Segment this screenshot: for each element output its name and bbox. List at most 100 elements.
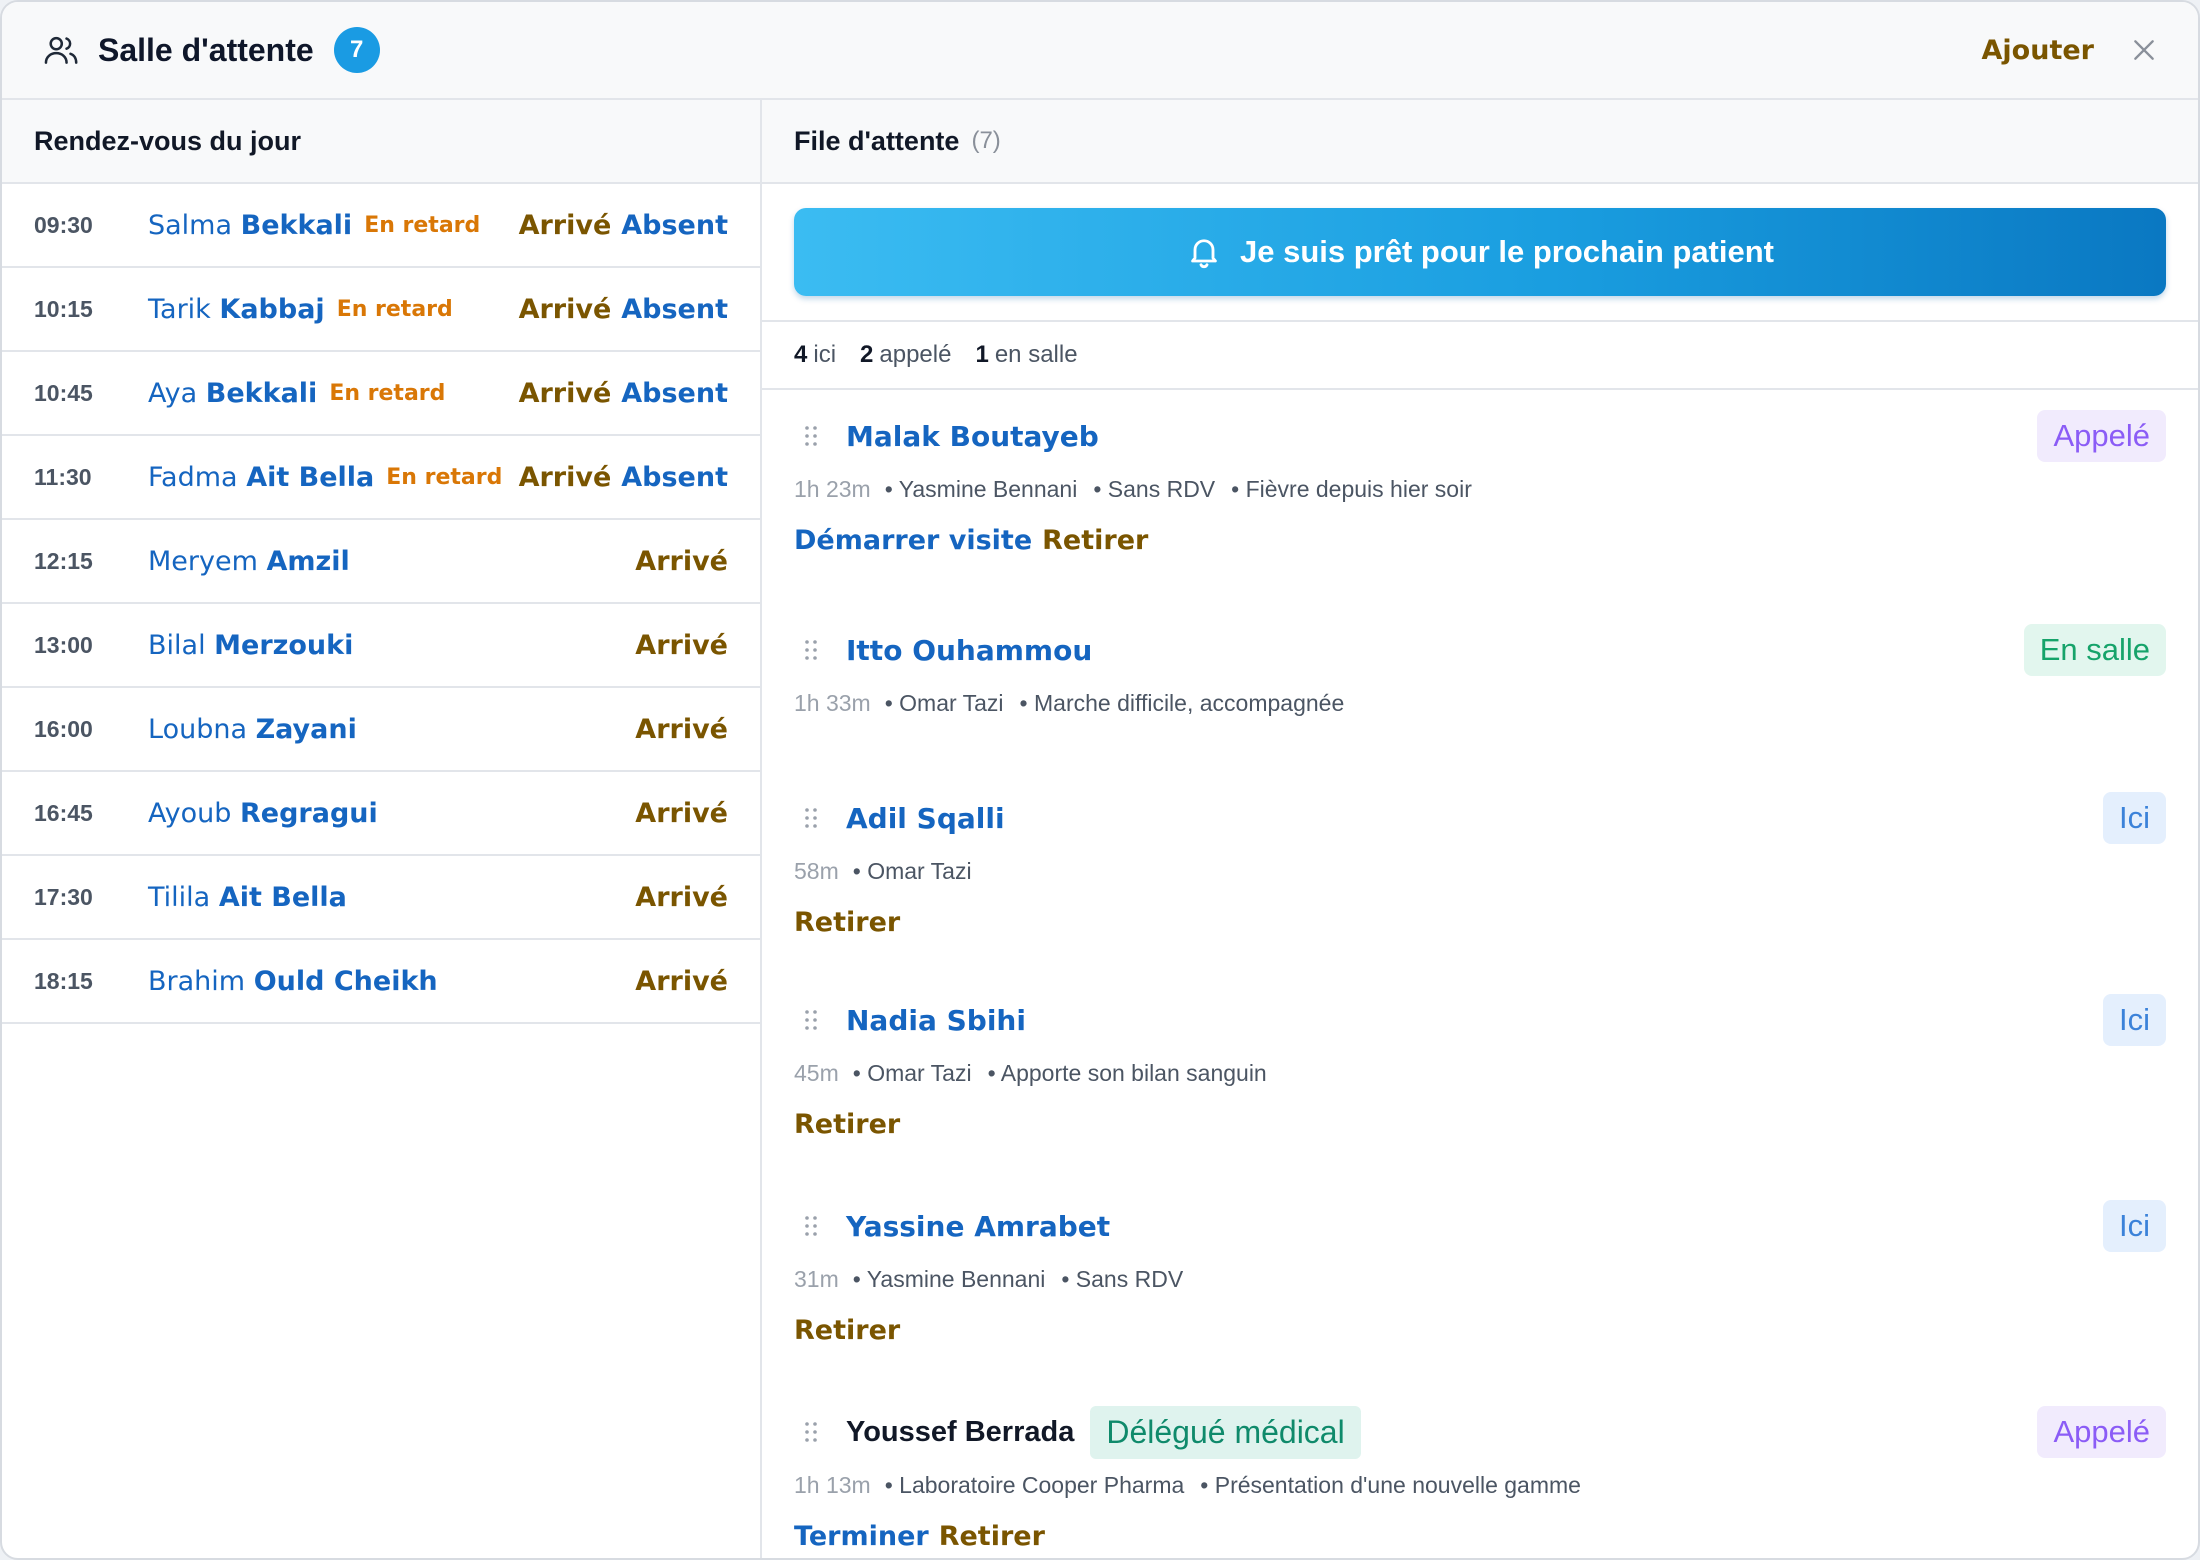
queue-patient-last-name: Sbihi: [946, 1003, 1026, 1037]
finish-button[interactable]: Terminer: [794, 1521, 929, 1552]
queue-patient-last-name: Sqalli: [916, 801, 1005, 835]
ready-section: Je suis prêt pour le prochain patient: [762, 184, 2198, 322]
queue-item-header: Malak Boutayeb Appelé: [794, 408, 2166, 464]
queue-patient-name[interactable]: Adil Sqalli: [846, 802, 1005, 835]
queue-stats: 4 ici 2 appelé 1 en salle: [762, 322, 2198, 390]
queue-visitor-name[interactable]: Youssef Berrada: [846, 1416, 1074, 1449]
drag-handle-icon[interactable]: [794, 1214, 846, 1238]
patient-name[interactable]: Tilila Ait Bella: [148, 882, 347, 913]
patient-last-name: Ait Bella: [218, 881, 347, 913]
queue-patient-name[interactable]: Nadia Sbihi: [846, 1004, 1026, 1037]
queue-patient-first-name: Adil: [846, 801, 907, 835]
patient-first-name: Meryem: [148, 545, 258, 577]
queue-item-header: Itto Ouhammou En salle: [794, 622, 2166, 678]
queue-count: (7): [971, 127, 1001, 154]
queue-patient-name[interactable]: Itto Ouhammou: [846, 634, 1092, 667]
mark-arrived-button[interactable]: Arrivé: [635, 798, 728, 829]
start-visit-button[interactable]: Démarrer visite: [794, 525, 1032, 556]
page-title: Salle d'attente: [98, 31, 314, 68]
users-icon: [42, 30, 82, 70]
remove-button[interactable]: Retirer: [794, 1315, 900, 1346]
appointments-panel: Rendez-vous du jour 09:30 Salma Bekkali En…: [2, 100, 762, 1558]
mark-absent-button[interactable]: Absent: [621, 294, 728, 325]
patient-name[interactable]: Salma Bekkali: [148, 210, 352, 241]
drag-handle-icon[interactable]: [794, 1008, 846, 1032]
queue-item-actions: Terminer Retirer: [794, 1510, 2166, 1558]
mark-arrived-button[interactable]: Arrivé: [519, 210, 612, 241]
mark-absent-button[interactable]: Absent: [621, 378, 728, 409]
patient-name[interactable]: Fadma Ait Bella: [148, 462, 374, 493]
patient-name[interactable]: Bilal Merzouki: [148, 630, 353, 661]
queue-stat-number: 1: [975, 341, 989, 368]
mark-arrived-button[interactable]: Arrivé: [635, 966, 728, 997]
remove-button[interactable]: Retirer: [939, 1521, 1045, 1552]
mark-arrived-button[interactable]: Arrivé: [635, 882, 728, 913]
queue-title: File d'attente: [794, 125, 960, 156]
queue-stat-number: 2: [860, 341, 874, 368]
close-icon[interactable]: [2124, 30, 2164, 70]
appointment-time: 12:15: [34, 547, 93, 574]
patient-last-name: Ould Cheikh: [253, 965, 438, 997]
ready-next-patient-button[interactable]: Je suis prêt pour le prochain patient: [794, 208, 2166, 296]
patient-name[interactable]: Loubna Zayani: [148, 714, 357, 745]
appointment-time: 09:30: [34, 211, 93, 238]
queue-item: Nadia Sbihi Ici 45m • Omar Tazi • Apporte so…: [762, 966, 2198, 1172]
appointment-row: 10:45 Aya Bekkali En retard Arrivé Absent: [2, 352, 760, 436]
add-button[interactable]: Ajouter: [1982, 35, 2094, 66]
queue-list: Malak Boutayeb Appelé 1h 23m • Yasmine Benn…: [762, 390, 2198, 1558]
appointment-row: 16:00 Loubna Zayani Arrivé: [2, 688, 760, 772]
mark-arrived-button[interactable]: Arrivé: [519, 378, 612, 409]
patient-first-name: Ayoub: [148, 797, 232, 829]
drag-handle-icon[interactable]: [794, 806, 846, 830]
mark-arrived-button[interactable]: Arrivé: [635, 546, 728, 577]
appointments-title: Rendez-vous du jour: [34, 125, 302, 156]
mark-absent-button[interactable]: Absent: [621, 462, 728, 493]
queue-item-meta: 1h 33m • Omar Tazi • Marche difficile, acc…: [794, 678, 2166, 728]
patient-name[interactable]: Tarik Kabbaj: [148, 294, 325, 325]
remove-button[interactable]: Retirer: [794, 1109, 900, 1140]
queue-item-header: Youssef Berrada Délégué médical Appelé: [794, 1404, 2166, 1460]
patient-last-name: Kabbaj: [219, 293, 325, 325]
late-badge: En retard: [386, 464, 503, 490]
patient-name[interactable]: Aya Bekkali: [148, 378, 317, 409]
queue-item-header: Nadia Sbihi Ici: [794, 992, 2166, 1048]
mark-arrived-button[interactable]: Arrivé: [519, 294, 612, 325]
drag-handle-icon[interactable]: [794, 1420, 846, 1444]
patient-name[interactable]: Meryem Amzil: [148, 546, 350, 577]
queue-patient-name[interactable]: Yassine Amrabet: [846, 1210, 1110, 1243]
drag-handle-icon[interactable]: [794, 638, 846, 662]
meta-item: • Laboratoire Cooper Pharma: [884, 1471, 1185, 1498]
queue-stat-number: 4: [794, 341, 808, 368]
mark-arrived-button[interactable]: Arrivé: [635, 630, 728, 661]
queue-patient-first-name: Itto: [846, 633, 903, 667]
patient-first-name: Salma: [148, 209, 233, 241]
visitor-type-tag: Délégué médical: [1090, 1405, 1361, 1459]
queue-item-header: Yassine Amrabet Ici: [794, 1198, 2166, 1254]
mark-arrived-button[interactable]: Arrivé: [519, 462, 612, 493]
appointment-time: 13:00: [34, 631, 93, 658]
remove-button[interactable]: Retirer: [1042, 525, 1148, 556]
drag-handle-icon[interactable]: [794, 424, 846, 448]
queue-item: Itto Ouhammou En salle 1h 33m • Omar Tazi • …: [762, 596, 2198, 760]
queue-status-badge: Ici: [2103, 792, 2166, 844]
wait-time: 45m: [794, 1059, 839, 1086]
meta-item: • Marche difficile, accompagnée: [1019, 689, 1345, 716]
meta-item: • Omar Tazi: [852, 857, 972, 884]
remove-button[interactable]: Retirer: [794, 907, 900, 938]
queue-status-badge: Ici: [2103, 1200, 2166, 1252]
appointment-time: 10:45: [34, 379, 93, 406]
wait-time: 1h 23m: [794, 475, 871, 502]
queue-patient-name[interactable]: Malak Boutayeb: [846, 420, 1099, 453]
patient-first-name: Bilal: [148, 629, 206, 661]
appointment-row: 12:15 Meryem Amzil Arrivé: [2, 520, 760, 604]
appointment-time: 11:30: [34, 463, 92, 490]
mark-absent-button[interactable]: Absent: [621, 210, 728, 241]
patient-name[interactable]: Ayoub Regragui: [148, 798, 378, 829]
queue-status-badge: Appelé: [2037, 410, 2166, 462]
patient-first-name: Tarik: [148, 293, 211, 325]
patient-name[interactable]: Brahim Ould Cheikh: [148, 966, 438, 997]
queue-panel: File d'attente (7) Je suis prêt pour le …: [762, 100, 2198, 1558]
mark-arrived-button[interactable]: Arrivé: [635, 714, 728, 745]
patient-last-name: Bekkali: [205, 377, 318, 409]
appointment-row: 17:30 Tilila Ait Bella Arrivé: [2, 856, 760, 940]
